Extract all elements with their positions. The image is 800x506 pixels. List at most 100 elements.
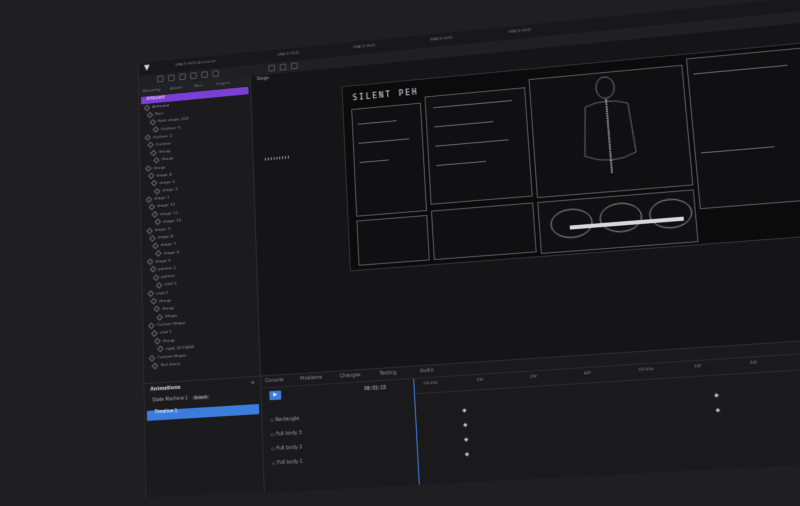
layer-icon bbox=[150, 298, 157, 305]
tab-0[interactable]: SPACE HUD Animation bbox=[175, 58, 216, 67]
tree-item-label: shape 5 bbox=[155, 257, 171, 263]
tree-item-label: Custom Shape bbox=[157, 353, 186, 360]
add-animation-button[interactable]: + bbox=[250, 379, 255, 386]
layer-icon bbox=[154, 219, 161, 226]
tree-item-label: vital 2 bbox=[156, 289, 168, 295]
selected-item-label: Artboard bbox=[146, 96, 164, 102]
default-badge: Default bbox=[192, 395, 209, 400]
shape-tool-icon[interactable] bbox=[179, 73, 186, 80]
app-logo-icon[interactable]: ▼ bbox=[144, 64, 151, 72]
track-name[interactable]: ◇ Full body 1 bbox=[272, 460, 303, 467]
layer-icon bbox=[149, 204, 156, 211]
ruler-label: 01:00s bbox=[638, 366, 654, 372]
tree-item-label: Group bbox=[159, 297, 171, 303]
pen-tool-icon[interactable] bbox=[190, 72, 197, 79]
tree-item-label: shape 4 bbox=[156, 171, 172, 177]
timecode[interactable]: 00:01:15 bbox=[364, 386, 386, 392]
hud-left-panel bbox=[351, 103, 427, 217]
layer-icon bbox=[150, 266, 157, 273]
hud-title: SILENT PEH bbox=[352, 88, 418, 103]
tree-item-label: Outliner bbox=[156, 141, 172, 147]
distribute-icon[interactable] bbox=[280, 63, 287, 70]
stage-canvas[interactable]: Stage SILENT PEH bbox=[251, 18, 800, 375]
play-button[interactable]: ▶ bbox=[269, 390, 281, 400]
tab-assets[interactable]: Assets bbox=[170, 85, 182, 91]
tree-item-label: shape 12 bbox=[157, 202, 175, 208]
ruler-label: 00:00s bbox=[423, 379, 438, 385]
playhead[interactable] bbox=[413, 379, 420, 485]
layer-icon bbox=[150, 119, 157, 126]
ruler-label: 30f bbox=[749, 359, 757, 365]
tab-2[interactable]: SPACE HUD bbox=[353, 43, 375, 50]
tree-item-label: shape 9 bbox=[155, 226, 171, 232]
layer-icon bbox=[150, 149, 157, 156]
keyframe[interactable] bbox=[714, 393, 719, 398]
bone-tool-icon[interactable] bbox=[212, 70, 219, 77]
layer-icon bbox=[147, 142, 154, 149]
keyframe[interactable] bbox=[464, 437, 468, 441]
tree-item-label: vital 1 bbox=[160, 329, 172, 335]
ruler-label: 20f bbox=[530, 373, 537, 379]
tab-3[interactable]: SPACE HUD bbox=[430, 35, 453, 42]
tree-item-label: Artboard bbox=[152, 103, 169, 109]
track-name[interactable]: ◇ Full body 2 bbox=[271, 445, 302, 452]
tree-item-label: shape 2 bbox=[162, 186, 178, 192]
stage-label: Stage bbox=[257, 76, 269, 82]
tab-files[interactable]: Files bbox=[194, 83, 202, 88]
select-tool-icon[interactable] bbox=[157, 75, 164, 82]
layer-icon bbox=[152, 211, 159, 218]
transform-icon[interactable] bbox=[291, 62, 298, 69]
tab-inspect[interactable]: Inspect bbox=[216, 80, 230, 86]
app-window: ▼ SPACE HUD Animation SPACE HUD SPACE HU… bbox=[138, 0, 800, 498]
text-tool-icon[interactable] bbox=[201, 71, 208, 78]
ruler-label: 10f bbox=[694, 363, 702, 369]
layer-icon bbox=[145, 165, 152, 172]
hud-artboard[interactable]: SILENT PEH bbox=[341, 41, 800, 271]
tree-item-label: Group bbox=[162, 156, 174, 162]
perspective-view: ▼ SPACE HUD Animation SPACE HUD SPACE HU… bbox=[21, 0, 800, 474]
layer-icon bbox=[146, 227, 153, 234]
layer-icon bbox=[153, 274, 160, 281]
tab-problems[interactable]: Problems bbox=[300, 376, 322, 382]
tab-audio[interactable]: Audio bbox=[420, 368, 434, 374]
frame-tool-icon[interactable] bbox=[168, 74, 175, 81]
tree-item-label: pointer 2 bbox=[158, 265, 176, 271]
tree-item-label: shape 6 bbox=[164, 249, 180, 255]
keyframe[interactable] bbox=[462, 408, 466, 412]
keyframe[interactable] bbox=[716, 408, 721, 413]
tree-item-label: Rect bbox=[155, 111, 164, 116]
tab-4[interactable]: SPACE HUD bbox=[508, 27, 531, 34]
tab-1[interactable]: SPACE HUD bbox=[277, 50, 299, 57]
hud-right-panel bbox=[686, 47, 800, 210]
tab-testing[interactable]: Testing bbox=[380, 371, 397, 377]
layer-icon bbox=[149, 235, 156, 242]
tree-item-label: pointer bbox=[161, 273, 175, 279]
tree-item-label: shape 11 bbox=[160, 210, 178, 216]
layer-icon bbox=[144, 104, 150, 111]
layer-icon bbox=[152, 242, 159, 249]
keyframe[interactable] bbox=[465, 452, 469, 456]
tree-item-label: Outliner 3 bbox=[161, 124, 180, 130]
tree-item-label: Group bbox=[159, 148, 171, 154]
tree-item-label: Shape bbox=[165, 313, 178, 319]
layer-icon bbox=[153, 157, 160, 164]
tree-item-label: Text block bbox=[160, 361, 180, 367]
tree-item-label: shape 7 bbox=[161, 241, 177, 247]
layer-icon bbox=[149, 354, 156, 361]
tree-item-label: shape 1 bbox=[154, 195, 170, 201]
tab-console[interactable]: Console bbox=[265, 378, 284, 384]
tab-hierarchy[interactable]: Hierarchy bbox=[143, 87, 161, 93]
tab-changes[interactable]: Changes bbox=[340, 373, 361, 379]
align-icon[interactable] bbox=[268, 65, 275, 72]
tree-item-label: Group bbox=[153, 164, 165, 170]
layer-icon bbox=[146, 196, 153, 203]
hierarchy-panel: Hierarchy Assets Files Inspect Artboard … bbox=[139, 76, 265, 498]
keyframe[interactable] bbox=[463, 423, 467, 427]
layer-icon bbox=[155, 250, 162, 257]
hud-bottom-left-panel bbox=[356, 215, 429, 266]
scrub-handle[interactable] bbox=[265, 156, 290, 161]
tree-item-label: rigid_0213445 bbox=[166, 344, 195, 351]
tree-item-label: Group bbox=[163, 337, 175, 343]
track-name[interactable]: ◇ Rectangle bbox=[270, 417, 299, 424]
track-name[interactable]: ◇ Full body 3 bbox=[271, 431, 302, 438]
